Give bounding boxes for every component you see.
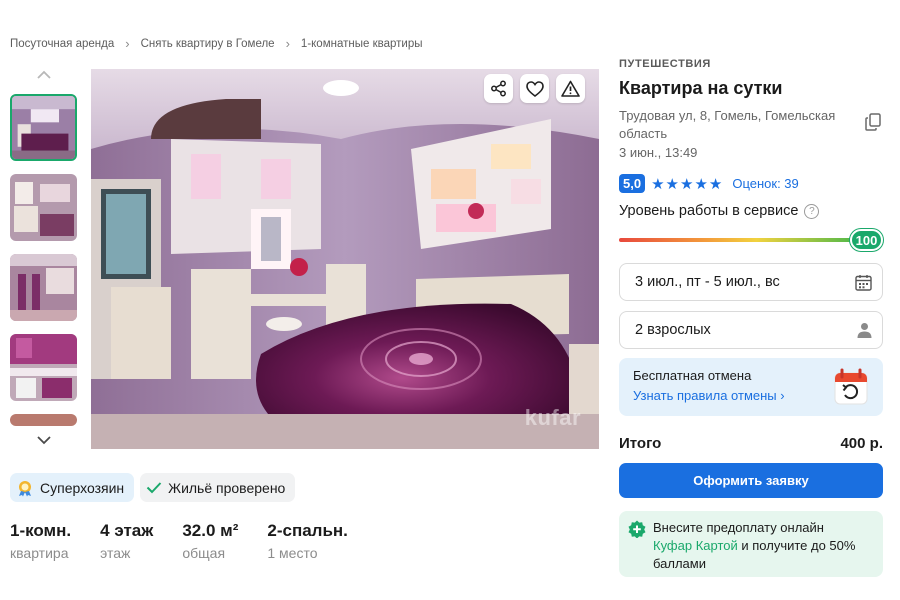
superhost-label: Суперхозяин [40,479,125,496]
guests-value: 2 взрослых [635,322,711,338]
service-level-label: Уровень работы в сервисе [619,203,799,219]
submit-request-button[interactable]: Оформить заявку [619,463,883,498]
kufar-card-link[interactable]: Куфар Картой [653,538,738,553]
breadcrumb: Посуточная аренда › Снять квартиру в Гом… [10,36,422,51]
spec-rooms-value: 1-комн. [10,521,72,540]
person-icon [857,323,872,338]
favorite-button[interactable] [520,74,549,103]
spec-floor-value: 4 этаж [100,521,154,540]
thumbnails-down-button[interactable] [34,430,54,450]
checkmark-icon [146,482,162,494]
breadcrumb-separator: › [285,36,290,51]
guests-field[interactable]: 2 взрослых [619,311,883,349]
spec-area: 32.0 м² общая [182,520,238,561]
service-level-row: Уровень работы в сервисе ? [619,203,883,219]
spec-rooms-label: квартира [10,545,69,561]
star-icon: ★ [651,175,665,193]
spec-area-label: общая [182,545,226,561]
verified-label: Жильё проверено [168,479,286,496]
superhost-badge: Суперхозяин [10,473,135,502]
chevron-right-icon: › [780,388,785,403]
thumbnail-3[interactable] [10,254,77,321]
breadcrumb-item-1-room[interactable]: 1-комнатные квартиры [301,38,423,50]
photo-actions [484,74,585,103]
category-label[interactable]: ПУТЕШЕСТВИЯ [619,58,883,70]
spec-bedrooms-value: 2-спальн. [267,521,348,540]
report-button[interactable] [556,74,585,103]
listing-date: 3 июн., 13:49 [619,145,698,160]
thumbnail-1[interactable] [10,94,77,161]
help-icon[interactable]: ? [804,203,820,219]
dates-field[interactable]: 3 июл., пт - 5 июл., вс [619,263,883,301]
address-block: Трудовая ул, 8, Гомель, Гомельская облас… [619,107,883,162]
spec-floor: 4 этаж этаж [100,520,153,561]
listing-address: Трудовая ул, 8, Гомель, Гомельская облас… [619,108,836,141]
star-icon: ★ [665,175,679,193]
share-icon [491,80,506,97]
verified-badge: Жильё проверено [140,473,296,502]
spec-bedrooms: 2-спальн. 1 место [267,520,348,561]
spec-area-value: 32.0 м² [182,521,239,540]
rating-row: 5,0 ★ ★ ★ ★ ★ Оценок: 39 [619,174,883,193]
copy-icon [865,113,881,131]
badges-row: Суперхозяин Жильё проверено [10,473,296,502]
specs-row: 1-комн. квартира 4 этаж этаж 32.0 м² общ… [10,520,377,561]
thumbnail-2[interactable] [10,174,77,241]
listing-title: Квартира на сутки [619,78,783,98]
calendar-icon [855,274,872,291]
service-gradient-bar [619,238,869,242]
star-icon: ★ [708,175,723,193]
thumbnails-up-button[interactable] [34,64,54,84]
rating-stars: ★ ★ ★ ★ ★ [651,175,722,193]
service-level-bar: 100 [619,229,883,253]
share-button[interactable] [484,74,513,103]
booking-panel: ПУТЕШЕСТВИЯ Квартира на сутки Трудовая у… [619,58,883,577]
thumbnail-4[interactable] [10,334,77,401]
chevron-up-icon [37,70,51,79]
total-label: Итого [619,435,662,452]
breadcrumb-item-gomel[interactable]: Снять квартиру в Гомеле [141,38,275,50]
heart-icon [525,80,544,97]
free-cancellation-box: Бесплатная отмена Узнать правила отмены … [619,358,883,416]
dates-value: 3 июл., пт - 5 июл., вс [635,274,780,290]
promo-plus-icon [628,520,646,538]
breadcrumb-item-rent[interactable]: Посуточная аренда [10,38,114,50]
kufar-watermark: kufar [524,405,581,430]
main-photo[interactable]: kufar [91,69,599,449]
superhost-medal-icon [19,480,31,496]
thumbnail-5[interactable] [10,414,77,426]
promo-text-before: Внесите предоплату онлайн [653,520,824,535]
total-row: Итого 400 р. [619,435,883,452]
star-icon: ★ [679,175,694,193]
calendar-cancel-icon [833,368,869,411]
thumbnail-strip [10,64,78,452]
service-score-badge: 100 [850,229,883,251]
cancel-rules-label: Узнать правила отмены [633,388,777,403]
rating-score: 5,0 [619,174,646,193]
bedroom-photo [91,69,599,449]
copy-address-button[interactable] [865,113,881,136]
spec-rooms: 1-комн. квартира [10,520,71,561]
star-icon: ★ [694,175,708,193]
reviews-link[interactable]: Оценок: 39 [732,176,798,191]
spec-floor-label: этаж [100,545,131,561]
breadcrumb-separator: › [125,36,130,51]
prepay-promo: Внесите предоплату онлайн Куфар Картой и… [619,511,883,577]
chevron-down-icon [37,435,51,444]
warning-icon [561,80,580,97]
total-value: 400 р. [840,435,883,452]
spec-bedrooms-label: 1 место [267,545,318,561]
